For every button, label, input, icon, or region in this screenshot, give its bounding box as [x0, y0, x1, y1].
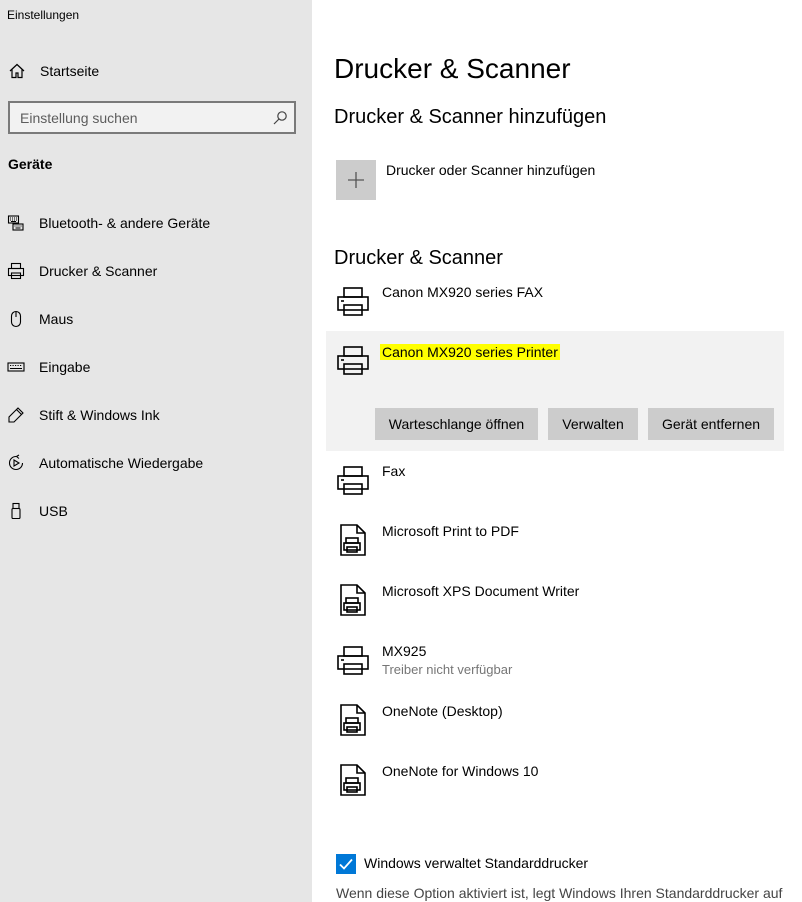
- device-item[interactable]: OneNote (Desktop): [326, 699, 784, 757]
- document-printer-icon: [340, 524, 366, 556]
- add-section-title: Drucker & Scanner hinzufügen: [334, 106, 607, 128]
- device-name: Canon MX920 series FAX: [382, 284, 544, 300]
- add-button-tile[interactable]: [336, 160, 376, 200]
- home-icon: [9, 63, 25, 79]
- sidebar-item-label: Stift & Windows Ink: [39, 407, 160, 423]
- device-item[interactable]: Canon MX920 series FAX: [326, 280, 784, 338]
- checkmark-icon: [339, 858, 353, 870]
- document-printer-icon: [340, 764, 366, 796]
- checkbox-description: Wenn diese Option aktiviert ist, legt Wi…: [336, 885, 783, 901]
- document-printer-icon: [340, 704, 366, 736]
- sidebar-item-label: Startseite: [40, 63, 100, 79]
- device-status: Treiber nicht verfügbar: [382, 662, 513, 677]
- device-item-selected[interactable]: Canon MX920 series Printer Warteschlange…: [326, 331, 784, 451]
- usb-icon: [11, 502, 21, 520]
- sidebar-item-home[interactable]: Startseite: [0, 55, 312, 87]
- section-title: Geräte: [8, 156, 53, 172]
- device-item[interactable]: Fax: [326, 459, 784, 517]
- pen-icon: [8, 407, 24, 423]
- add-printer-button[interactable]: Drucker oder Scanner hinzufügen: [334, 158, 774, 202]
- checkbox-checked[interactable]: [336, 854, 356, 874]
- printer-icon: [7, 262, 25, 280]
- keyboard-icon: [7, 362, 25, 372]
- sidebar-item-label: USB: [39, 503, 68, 519]
- device-item[interactable]: OneNote for Windows 10: [326, 759, 784, 817]
- device-name: OneNote (Desktop): [382, 703, 503, 719]
- highlighted-device-name: Canon MX920 series Printer: [380, 344, 560, 360]
- device-name: Fax: [382, 463, 406, 479]
- search-placeholder: Einstellung suchen: [20, 110, 138, 126]
- sidebar-item-label: Automatische Wiedergabe: [39, 455, 204, 471]
- device-item[interactable]: Microsoft XPS Document Writer: [326, 579, 784, 637]
- sidebar-item-printers[interactable]: Drucker & Scanner: [0, 249, 312, 293]
- sidebar-item-label: Maus: [39, 311, 74, 327]
- manage-button[interactable]: Verwalten: [548, 408, 638, 440]
- page-title: Drucker & Scanner: [334, 53, 571, 84]
- search-icon[interactable]: [272, 110, 288, 126]
- open-queue-button[interactable]: Warteschlange öffnen: [375, 408, 538, 440]
- sidebar-item-pen[interactable]: Stift & Windows Ink: [0, 393, 312, 437]
- main-content: Drucker & Scanner Drucker & Scanner hinz…: [312, 0, 802, 902]
- sidebar-item-label: Bluetooth- & andere Geräte: [39, 215, 211, 231]
- device-item[interactable]: Microsoft Print to PDF: [326, 519, 784, 577]
- sidebar-item-bluetooth[interactable]: Bluetooth- & andere Geräte: [0, 201, 312, 245]
- printer-icon: [337, 346, 369, 375]
- device-name: OneNote for Windows 10: [382, 763, 539, 779]
- remove-device-button[interactable]: Gerät entfernen: [648, 408, 774, 440]
- mouse-icon: [10, 310, 22, 328]
- checkbox-label: Windows verwaltet Standarddrucker: [364, 855, 589, 871]
- device-name: Microsoft Print to PDF: [382, 523, 519, 539]
- sidebar-item-input[interactable]: Eingabe: [0, 345, 312, 389]
- keyboard-bluetooth-icon: [7, 215, 24, 231]
- add-printer-label: Drucker oder Scanner hinzufügen: [386, 162, 596, 178]
- sidebar-item-label: Eingabe: [39, 359, 91, 375]
- printer-icon: [337, 466, 369, 495]
- sidebar-item-autoplay[interactable]: Automatische Wiedergabe: [0, 441, 312, 485]
- sidebar: Einstellungen Startseite Einstellung suc…: [0, 0, 312, 902]
- printer-icon: [337, 287, 369, 316]
- autoplay-icon: [8, 454, 24, 471]
- device-item[interactable]: MX925 Treiber nicht verfügbar: [326, 639, 784, 697]
- device-name: Microsoft XPS Document Writer: [382, 583, 580, 599]
- plus-icon: [348, 172, 364, 188]
- search-input[interactable]: Einstellung suchen: [8, 101, 296, 134]
- document-printer-icon: [340, 584, 366, 616]
- printer-icon: [337, 646, 369, 675]
- sidebar-item-usb[interactable]: USB: [0, 489, 312, 533]
- sidebar-item-mouse[interactable]: Maus: [0, 297, 312, 341]
- sidebar-item-label: Drucker & Scanner: [39, 263, 158, 279]
- app-title: Einstellungen: [7, 8, 80, 22]
- list-section-title: Drucker & Scanner: [334, 247, 503, 269]
- device-name: MX925: [382, 643, 427, 659]
- device-name: Canon MX920 series Printer: [380, 344, 560, 360]
